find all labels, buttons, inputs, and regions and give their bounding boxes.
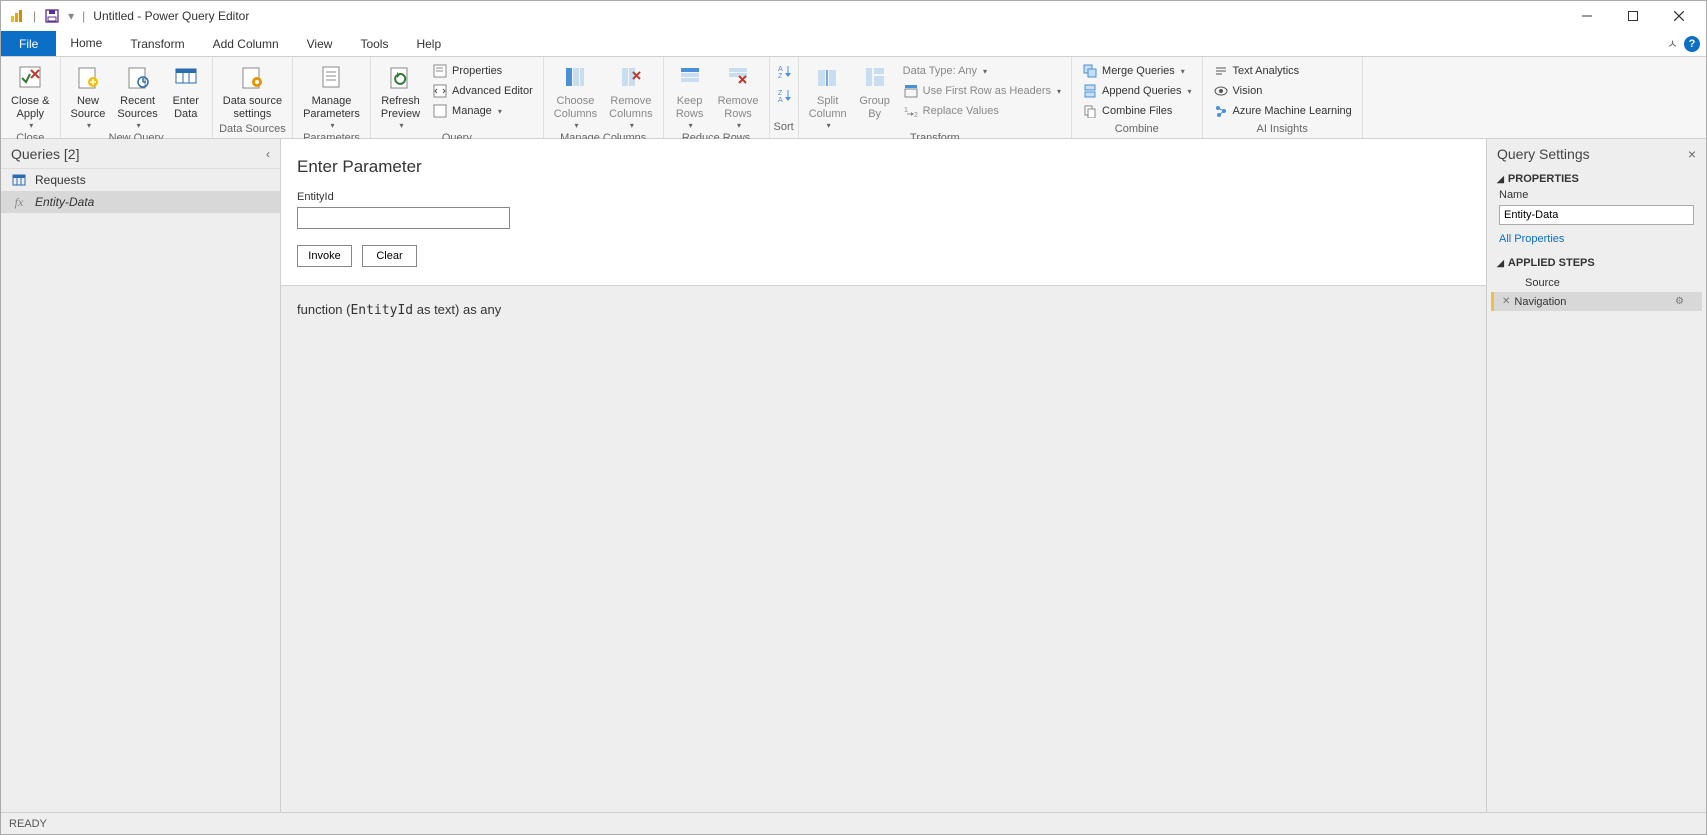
text-analytics-button[interactable]: Text Analytics bbox=[1207, 61, 1358, 81]
data-type-button[interactable]: Data Type: Any▾ bbox=[897, 61, 1067, 81]
properties-button[interactable]: Properties bbox=[426, 61, 539, 81]
gear-icon: ✕ bbox=[1502, 296, 1510, 307]
data-source-settings-button[interactable]: Data source settings bbox=[217, 59, 288, 123]
maximize-button[interactable] bbox=[1610, 1, 1656, 31]
svg-text:A: A bbox=[778, 66, 783, 73]
applied-steps-header[interactable]: ◢APPLIED STEPS bbox=[1487, 253, 1706, 273]
svg-text:Z: Z bbox=[778, 90, 783, 97]
remove-columns-button[interactable]: Remove Columns▾ bbox=[603, 59, 658, 132]
close-apply-button[interactable]: Close & Apply ▾ bbox=[5, 59, 56, 132]
clear-button[interactable]: Clear bbox=[362, 245, 417, 267]
status-bar: READY bbox=[1, 812, 1706, 834]
keep-rows-button[interactable]: Keep Rows▾ bbox=[668, 59, 712, 132]
choose-columns-button[interactable]: Choose Columns▾ bbox=[548, 59, 603, 132]
tab-file[interactable]: File bbox=[1, 31, 56, 56]
query-item-requests[interactable]: Requests bbox=[1, 169, 280, 191]
recent-sources-button[interactable]: Recent Sources▾ bbox=[111, 59, 163, 132]
sort-desc-button[interactable]: ZA bbox=[774, 83, 794, 107]
svg-text:A: A bbox=[778, 97, 783, 103]
preview-pane: Enter Parameter EntityId Invoke Clear fu… bbox=[281, 139, 1486, 812]
append-queries-button[interactable]: Append Queries▾ bbox=[1076, 81, 1198, 101]
group-by-button[interactable]: Group By bbox=[853, 59, 897, 123]
svg-text:Z: Z bbox=[778, 73, 783, 79]
close-settings-icon[interactable]: × bbox=[1688, 146, 1696, 162]
step-settings-icon[interactable]: ⚙ bbox=[1675, 296, 1684, 307]
queries-pane: Queries [2] ‹ Requests fx Entity-Data bbox=[1, 139, 281, 812]
close-window-button[interactable] bbox=[1656, 1, 1702, 31]
split-column-button[interactable]: Split Column▾ bbox=[803, 59, 853, 132]
main-area: Queries [2] ‹ Requests fx Entity-Data En… bbox=[1, 139, 1706, 812]
merge-queries-button[interactable]: Merge Queries▾ bbox=[1076, 61, 1198, 81]
svg-text:2: 2 bbox=[914, 112, 918, 118]
window-title: Untitled - Power Query Editor bbox=[93, 9, 249, 23]
manage-parameters-button[interactable]: Manage Parameters▾ bbox=[297, 59, 366, 132]
combine-files-button[interactable]: Combine Files bbox=[1076, 101, 1198, 121]
query-settings-pane: Query Settings × ◢PROPERTIES Name All Pr… bbox=[1486, 139, 1706, 812]
collapse-ribbon-icon[interactable]: ㅅ bbox=[1667, 35, 1678, 52]
entityid-input[interactable] bbox=[297, 207, 510, 229]
step-navigation[interactable]: ✕Navigation⚙ bbox=[1491, 292, 1702, 311]
refresh-preview-button[interactable]: Refresh Preview▾ bbox=[375, 59, 426, 132]
all-properties-link[interactable]: All Properties bbox=[1499, 233, 1694, 245]
replace-values-button[interactable]: 12Replace Values bbox=[897, 101, 1067, 121]
ribbon: Close & Apply ▾ Close New Source▾ Recent… bbox=[1, 57, 1706, 139]
enter-parameter-heading: Enter Parameter bbox=[297, 157, 1470, 177]
query-name-input[interactable] bbox=[1499, 205, 1694, 225]
separator: | bbox=[33, 9, 36, 23]
azure-ml-button[interactable]: Azure Machine Learning bbox=[1207, 101, 1358, 121]
name-label: Name bbox=[1499, 189, 1694, 201]
minimize-button[interactable] bbox=[1564, 1, 1610, 31]
function-icon: fx bbox=[11, 194, 27, 210]
powerbi-icon bbox=[9, 8, 25, 24]
queries-header[interactable]: Queries [2] ‹ bbox=[1, 139, 280, 169]
sort-asc-button[interactable]: AZ bbox=[774, 59, 794, 83]
separator: | bbox=[82, 9, 85, 23]
status-text: READY bbox=[9, 818, 47, 830]
enter-parameter-panel: Enter Parameter EntityId Invoke Clear bbox=[281, 139, 1486, 286]
tab-view[interactable]: View bbox=[293, 31, 347, 56]
query-settings-title: Query Settings bbox=[1497, 146, 1590, 162]
svg-text:1: 1 bbox=[904, 107, 908, 114]
properties-section-header[interactable]: ◢PROPERTIES bbox=[1487, 169, 1706, 189]
tab-home[interactable]: Home bbox=[56, 31, 116, 56]
table-icon bbox=[11, 172, 27, 188]
ribbon-tabs: File Home Transform Add Column View Tool… bbox=[1, 31, 1706, 57]
first-row-headers-button[interactable]: Use First Row as Headers▾ bbox=[897, 81, 1067, 101]
manage-query-button[interactable]: Manage▾ bbox=[426, 101, 539, 121]
title-bar: | ▾ | Untitled - Power Query Editor bbox=[1, 1, 1706, 31]
query-item-entity-data[interactable]: fx Entity-Data bbox=[1, 191, 280, 213]
tab-transform[interactable]: Transform bbox=[116, 31, 198, 56]
collapse-queries-icon[interactable]: ‹ bbox=[266, 147, 270, 161]
advanced-editor-button[interactable]: Advanced Editor bbox=[426, 81, 539, 101]
tab-tools[interactable]: Tools bbox=[346, 31, 402, 56]
invoke-button[interactable]: Invoke bbox=[297, 245, 352, 267]
tab-addcolumn[interactable]: Add Column bbox=[199, 31, 293, 56]
function-signature: function (EntityId as text) as any bbox=[281, 286, 1486, 334]
step-source[interactable]: Source bbox=[1491, 273, 1702, 292]
new-source-button[interactable]: New Source▾ bbox=[65, 59, 112, 132]
save-icon[interactable] bbox=[44, 8, 60, 24]
remove-rows-button[interactable]: Remove Rows▾ bbox=[712, 59, 765, 132]
vision-button[interactable]: Vision bbox=[1207, 81, 1358, 101]
tab-help[interactable]: Help bbox=[402, 31, 455, 56]
separator: ▾ bbox=[68, 9, 74, 23]
entityid-label: EntityId bbox=[297, 191, 1470, 203]
help-icon[interactable]: ? bbox=[1684, 36, 1700, 52]
enter-data-button[interactable]: Enter Data bbox=[164, 59, 208, 123]
